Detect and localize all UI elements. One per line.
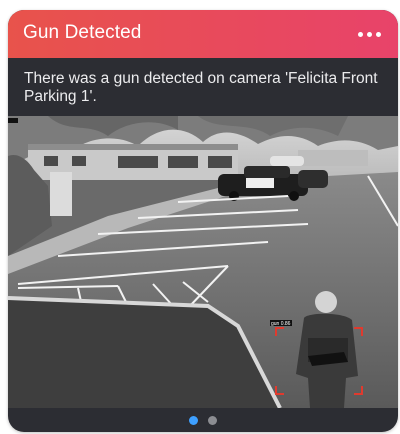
alert-header: Gun Detected [8,10,398,58]
pagination [8,408,398,432]
distant-car [270,156,304,166]
building-right [298,150,368,166]
parked-car [298,170,328,188]
page-dot[interactable] [208,415,217,425]
page-dot-active[interactable] [189,415,198,425]
detection-label: gun 0.86 [271,321,291,327]
alert-card[interactable]: Gun Detected There was a gun detected on… [8,10,398,432]
more-horizontal-icon [357,31,363,37]
more-horizontal-icon [366,31,372,37]
camera-chip [8,118,18,123]
camera-snapshot[interactable]: gun 0.86 [8,116,398,408]
more-horizontal-icon [375,31,381,37]
alert-message: There was a gun detected on camera 'Feli… [24,70,378,105]
more-options-button[interactable] [352,24,386,44]
building-roof [28,144,238,150]
camera-image: gun 0.86 [8,116,398,408]
signpost [50,172,72,216]
alert-title: Gun Detected [23,22,142,43]
